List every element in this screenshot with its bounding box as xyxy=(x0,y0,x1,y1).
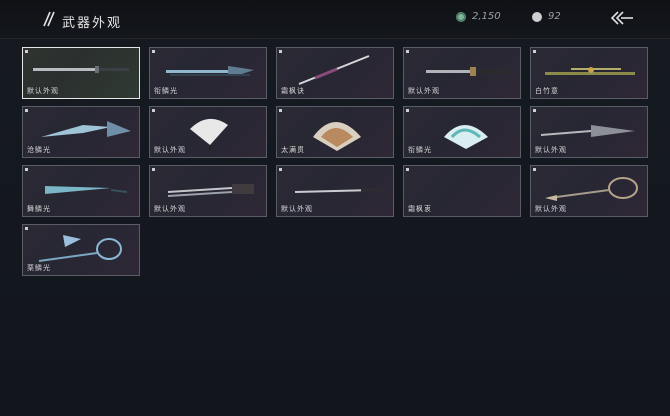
weapon-card[interactable]: 默认外观 xyxy=(530,165,648,217)
weapon-name: 默认外观 xyxy=(281,205,313,213)
weapon-card[interactable]: 舞鳞光 xyxy=(22,165,140,217)
weapon-name: 衔鳞光 xyxy=(154,87,178,95)
weapon-card[interactable]: 默认外观 xyxy=(530,106,648,158)
page-title: 武器外观 xyxy=(62,16,123,31)
weapon-name: 霜枫衷 xyxy=(408,205,432,213)
weapon-name: 舞鳞光 xyxy=(27,205,51,213)
back-arrow-icon[interactable] xyxy=(610,10,634,26)
weapon-name: 衔鳞光 xyxy=(408,146,432,154)
weapon-card[interactable]: 默认外观 xyxy=(403,47,521,99)
jade-coin-icon xyxy=(456,11,466,22)
pearl-icon xyxy=(532,11,542,22)
jade-currency-value: 2,150 xyxy=(472,11,501,22)
pearl-currency: 92 xyxy=(532,11,561,22)
weapon-card[interactable]: 默认外观 xyxy=(149,106,267,158)
weapon-card[interactable]: 默认外观 xyxy=(276,165,394,217)
weapon-name: 白竹意 xyxy=(535,87,559,95)
weapon-card[interactable]: 默认外观 xyxy=(22,47,140,99)
weapon-card[interactable]: 霜枫诀 xyxy=(276,47,394,99)
top-bar: 武器外观 2,150 92 xyxy=(0,0,670,39)
weapon-card[interactable]: 太满贯 xyxy=(276,106,394,158)
weapon-card[interactable]: 白竹意 xyxy=(530,47,648,99)
weapon-name: 栗鳞光 xyxy=(27,264,51,272)
jade-currency: 2,150 xyxy=(456,11,501,22)
pearl-currency-value: 92 xyxy=(548,11,561,22)
weapon-card[interactable]: 衔鳞光 xyxy=(403,106,521,158)
weapon-card[interactable]: 栗鳞光 xyxy=(22,224,140,276)
weapon-name: 默认外观 xyxy=(154,146,186,154)
weapon-name: 默认外观 xyxy=(27,87,59,95)
weapon-name: 默认外观 xyxy=(154,205,186,213)
weapon-name: 默认外观 xyxy=(535,205,567,213)
weapon-card[interactable]: 衔鳞光 xyxy=(149,47,267,99)
weapon-name: 太满贯 xyxy=(281,146,305,154)
weapon-card[interactable]: 沧鳞光 xyxy=(22,106,140,158)
weapon-card[interactable]: 霜枫衷 xyxy=(403,165,521,217)
weapon-name: 沧鳞光 xyxy=(27,146,51,154)
slash-emblem-icon xyxy=(43,11,55,27)
weapon-name: 默认外观 xyxy=(408,87,440,95)
weapon-name: 默认外观 xyxy=(535,146,567,154)
weapon-card[interactable]: 默认外观 xyxy=(149,165,267,217)
weapon-name: 霜枫诀 xyxy=(281,87,305,95)
